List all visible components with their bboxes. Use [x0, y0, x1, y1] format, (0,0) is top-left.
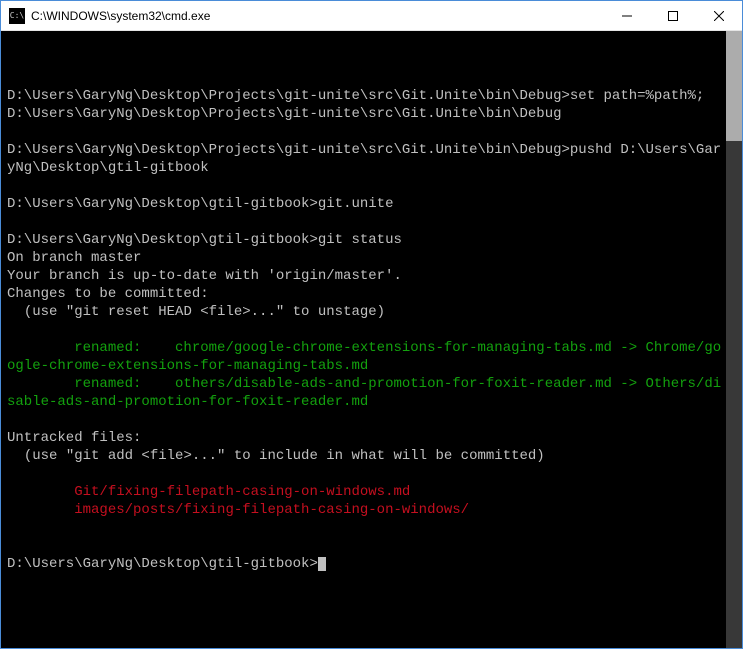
status-uptodate: Your branch is up-to-date with 'origin/m…	[7, 268, 402, 284]
minimize-button[interactable]	[604, 1, 650, 30]
status-branch: On branch master	[7, 250, 141, 266]
untracked-file: images/posts/fixing-filepath-casing-on-w…	[7, 502, 469, 518]
prompt: D:\Users\GaryNg\Desktop\Projects\git-uni…	[7, 88, 570, 104]
status-changes-header: Changes to be committed:	[7, 286, 209, 302]
command: git.unite	[318, 196, 394, 212]
untracked-header: Untracked files:	[7, 430, 141, 446]
window-controls	[604, 1, 742, 30]
cursor	[318, 557, 326, 571]
titlebar: C:\ C:\WINDOWS\system32\cmd.exe	[1, 1, 742, 31]
minimize-icon	[622, 11, 632, 21]
scrollbar-thumb[interactable]	[726, 31, 742, 141]
prompt: D:\Users\GaryNg\Desktop\gtil-gitbook>	[7, 232, 318, 248]
close-button[interactable]	[696, 1, 742, 30]
terminal[interactable]: D:\Users\GaryNg\Desktop\Projects\git-uni…	[1, 31, 742, 648]
terminal-content: D:\Users\GaryNg\Desktop\Projects\git-uni…	[7, 69, 742, 573]
maximize-button[interactable]	[650, 1, 696, 30]
prompt: D:\Users\GaryNg\Desktop\gtil-gitbook>	[7, 556, 318, 572]
command: git status	[318, 232, 402, 248]
prompt: D:\Users\GaryNg\Desktop\Projects\git-uni…	[7, 142, 570, 158]
cmd-icon: C:\	[9, 8, 25, 24]
renamed-file: renamed: chrome/google-chrome-extensions…	[7, 340, 721, 374]
prompt: D:\Users\GaryNg\Desktop\gtil-gitbook>	[7, 196, 318, 212]
maximize-icon	[668, 11, 678, 21]
window-title: C:\WINDOWS\system32\cmd.exe	[31, 9, 604, 23]
close-icon	[714, 11, 724, 21]
renamed-file: renamed: others/disable-ads-and-promotio…	[7, 376, 721, 410]
untracked-file: Git/fixing-filepath-casing-on-windows.md	[7, 484, 410, 500]
status-unstage-hint: (use "git reset HEAD <file>..." to unsta…	[7, 304, 385, 320]
cmd-icon-label: C:\	[10, 12, 24, 20]
untracked-hint: (use "git add <file>..." to include in w…	[7, 448, 545, 464]
scrollbar[interactable]	[726, 31, 742, 648]
